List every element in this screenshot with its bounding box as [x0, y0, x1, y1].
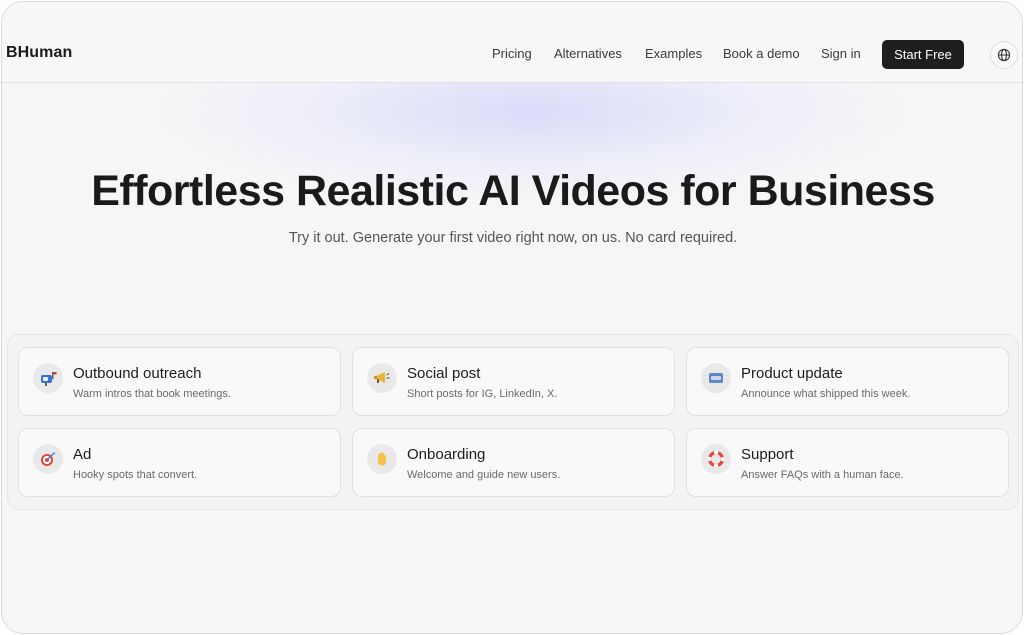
start-free-button[interactable]: Start Free — [882, 40, 964, 69]
globe-icon — [997, 48, 1011, 62]
use-case-title: Onboarding — [407, 446, 486, 463]
use-case-description: Answer FAQs with a human face. — [741, 469, 904, 481]
use-case-description: Hooky spots that convert. — [73, 469, 198, 481]
waving-hand-icon — [367, 444, 397, 474]
use-case-title: Support — [741, 446, 794, 463]
nav-link-book-demo[interactable]: Book a demo — [723, 46, 800, 61]
use-case-title: Social post — [407, 365, 481, 382]
use-case-panel: Outbound outreach Warm intros that book … — [7, 334, 1019, 510]
nav-link-sign-in[interactable]: Sign in — [821, 46, 861, 61]
nav-link-examples[interactable]: Examples — [645, 46, 702, 61]
use-case-description: Announce what shipped this week. — [741, 388, 911, 400]
hero-subtitle: Try it out. Generate your first video ri… — [288, 230, 738, 246]
use-case-description: Warm intros that book meetings. — [73, 388, 231, 400]
use-case-card-social-post[interactable]: Social post Short posts for IG, LinkedIn… — [352, 347, 675, 416]
megaphone-icon — [367, 363, 397, 393]
nav-link-alternatives[interactable]: Alternatives — [554, 46, 622, 61]
top-navbar: BHuman Pricing Alternatives Examples Boo… — [2, 2, 1022, 83]
use-case-title: Product update — [741, 365, 843, 382]
language-button[interactable] — [990, 41, 1018, 69]
new-badge-icon — [701, 363, 731, 393]
use-case-description: Welcome and guide new users. — [407, 469, 561, 481]
hero-title: Effortless Realistic AI Videos for Busin… — [91, 167, 935, 215]
use-case-description: Short posts for IG, LinkedIn, X. — [407, 388, 558, 400]
nav-link-pricing[interactable]: Pricing — [492, 46, 532, 61]
use-case-card-support[interactable]: Support Answer FAQs with a human face. — [686, 428, 1009, 497]
mailbox-icon — [33, 363, 63, 393]
browser-frame: BHuman Pricing Alternatives Examples Boo… — [1, 1, 1023, 634]
use-case-card-onboarding[interactable]: Onboarding Welcome and guide new users. — [352, 428, 675, 497]
use-case-card-ad[interactable]: Ad Hooky spots that convert. — [18, 428, 341, 497]
use-case-card-product-update[interactable]: Product update Announce what shipped thi… — [686, 347, 1009, 416]
target-icon — [33, 444, 63, 474]
use-case-title: Ad — [73, 446, 92, 463]
logo[interactable]: BHuman — [6, 44, 72, 62]
use-case-card-outbound-outreach[interactable]: Outbound outreach Warm intros that book … — [18, 347, 341, 416]
lifebuoy-icon — [701, 444, 731, 474]
use-case-title: Outbound outreach — [73, 365, 202, 382]
